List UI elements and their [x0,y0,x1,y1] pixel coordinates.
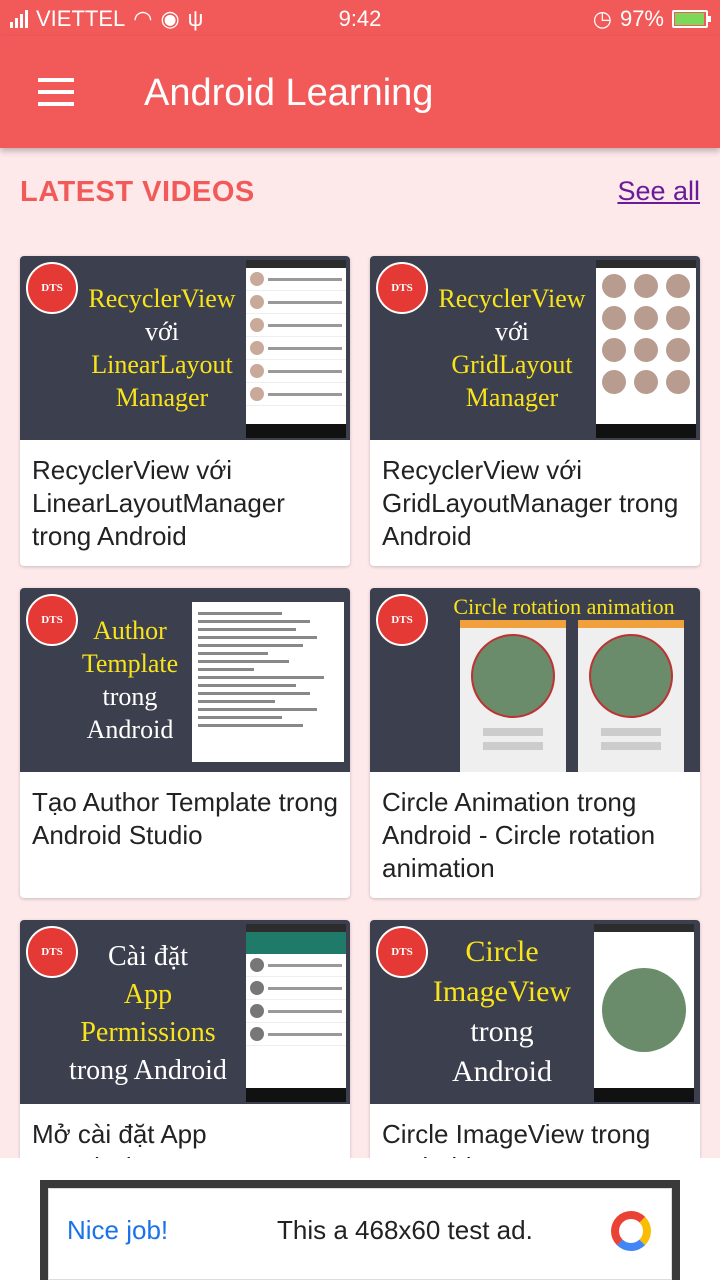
thumbnail-caption: Cài đặt App Permissions trong Android [69,941,227,1086]
code-preview [192,602,344,762]
status-bar: VIETTEL ◠ ◉ ψ 9:42 ◷ 97% [0,0,720,36]
video-card[interactable]: DTS RecyclerView với GridLayout Manager … [370,256,700,566]
ad-text: This a 468x60 test ad. [277,1215,533,1245]
video-title: RecyclerView với LinearLayoutManager tro… [32,455,285,551]
phone-preview [596,260,696,438]
video-thumbnail: DTS Circle ImageView trong Android [370,920,700,1104]
video-title: Circle Animation trong Android - Circle … [382,787,656,883]
section-title: LATEST VIDEOS [20,176,255,208]
video-title: Tạo Author Template trong Android Studio [32,787,338,850]
alarm-icon: ◷ [592,6,612,31]
phone-preview [594,924,694,1102]
dts-logo: DTS [376,262,428,314]
video-card[interactable]: DTS Circle ImageView trong Android Circl… [370,920,700,1180]
app-bar: Android Learning [0,36,720,148]
video-card[interactable]: DTS RecyclerView với LinearLayout Manage… [20,256,350,566]
video-card[interactable]: DTS Cài đặt App Permissions trong Androi… [20,920,350,1180]
phone-preview [246,260,346,438]
battery-icon [672,10,711,28]
animation-preview-left [460,620,566,772]
see-all-link[interactable]: See all [617,176,700,207]
video-thumbnail: DTS Cài đặt App Permissions trong Androi… [20,920,350,1104]
thumbnail-caption: RecyclerView với LinearLayout Manager [88,284,236,412]
battery-percent: 97% [619,6,664,31]
thumbnail-caption: Circle ImageView trong Android [432,935,572,1088]
video-card[interactable]: DTS Author Template trong Android Tạo Au… [20,588,350,898]
ad-label: Nice job! [67,1215,169,1245]
ad-frame[interactable]: Nice job! This a 468x60 test ad. [40,1180,680,1280]
hamburger-menu-icon[interactable] [30,70,82,114]
video-thumbnail: DTS Circle rotation animation [370,588,700,772]
animation-preview-right [578,620,684,772]
thumbnail-caption: Circle rotation animation [453,594,675,619]
video-thumbnail: DTS RecyclerView với LinearLayout Manage… [20,256,350,440]
thumbnail-caption: RecyclerView với GridLayout Manager [438,284,586,412]
ad-banner[interactable]: Nice job! This a 468x60 test ad. [0,1158,720,1280]
dts-logo: DTS [26,262,78,314]
video-title: RecyclerView với GridLayoutManager trong… [382,455,679,551]
video-thumbnail: DTS Author Template trong Android [20,588,350,772]
status-right: ◷ 97% [592,6,711,32]
thumbnail-caption: Author Template trong Android [81,616,179,744]
dts-logo: DTS [376,594,428,646]
video-card[interactable]: DTS Circle rotation animation Circle Ani… [370,588,700,898]
adchoices-icon[interactable] [611,1211,651,1251]
video-thumbnail: DTS RecyclerView với GridLayout Manager [370,256,700,440]
app-title: Android Learning [144,72,434,114]
phone-preview [246,924,346,1102]
